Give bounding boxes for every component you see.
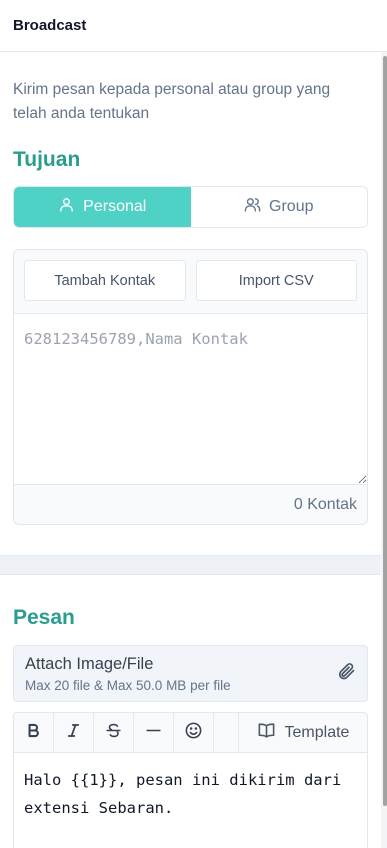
strikethrough-button[interactable] — [94, 713, 134, 752]
contact-count: 0 Kontak — [293, 495, 357, 513]
contacts-input[interactable] — [14, 313, 367, 485]
import-csv-button[interactable]: Import CSV — [195, 260, 357, 301]
template-label: Template — [284, 723, 350, 741]
book-icon — [257, 721, 276, 745]
paperclip-icon — [336, 661, 356, 686]
tujuan-section: Kirim pesan kepada personal atau group y… — [0, 52, 381, 555]
italic-icon — [64, 721, 83, 745]
tab-group[interactable]: Group — [191, 187, 368, 227]
emoji-button[interactable] — [174, 713, 214, 752]
attach-subtitle: Max 20 file & Max 50.0 MB per file — [25, 677, 231, 693]
bold-button[interactable] — [14, 713, 54, 752]
italic-button[interactable] — [54, 713, 94, 752]
editor-toolbar: Template — [14, 713, 367, 753]
contacts-card: Tambah Kontak Import CSV 0 Kontak — [13, 249, 368, 525]
attach-file-button[interactable]: Attach Image/File Max 20 file & Max 50.0… — [13, 645, 368, 702]
contacts-actions: Tambah Kontak Import CSV — [14, 250, 367, 313]
strikethrough-icon — [104, 721, 123, 745]
tab-personal[interactable]: Personal — [14, 187, 191, 227]
header: Broadcast — [0, 0, 387, 52]
emoji-icon — [184, 721, 203, 745]
tujuan-heading: Tujuan — [13, 148, 81, 171]
page-title: Broadcast — [13, 17, 87, 34]
users-icon — [244, 196, 261, 218]
message-editor: Template Halo {{1}}, pesan ini dikirim d… — [13, 712, 368, 848]
horizontal-rule-button[interactable] — [134, 713, 174, 752]
template-button[interactable]: Template — [239, 713, 367, 752]
section-divider — [0, 555, 387, 575]
message-input[interactable]: Halo {{1}}, pesan ini dikirim dari exten… — [14, 753, 367, 848]
intro-description: Kirim pesan kepada personal atau group y… — [13, 81, 331, 122]
user-icon — [58, 196, 75, 218]
attach-text: Attach Image/File Max 20 file & Max 50.0… — [25, 655, 231, 693]
bold-icon — [24, 721, 43, 745]
pesan-heading: Pesan — [13, 606, 75, 629]
attach-title: Attach Image/File — [25, 654, 154, 673]
add-contact-button[interactable]: Tambah Kontak — [24, 260, 186, 301]
recipient-type-toggle: Personal Group — [13, 186, 368, 228]
tab-group-label: Group — [269, 198, 314, 215]
horizontal-rule-icon — [144, 721, 163, 745]
toolbar-spacer — [214, 713, 239, 752]
pesan-section: Pesan Attach Image/File Max 20 file & Ma… — [0, 606, 381, 848]
tab-personal-label: Personal — [83, 198, 147, 215]
scrollbar-thumb[interactable] — [383, 56, 387, 806]
